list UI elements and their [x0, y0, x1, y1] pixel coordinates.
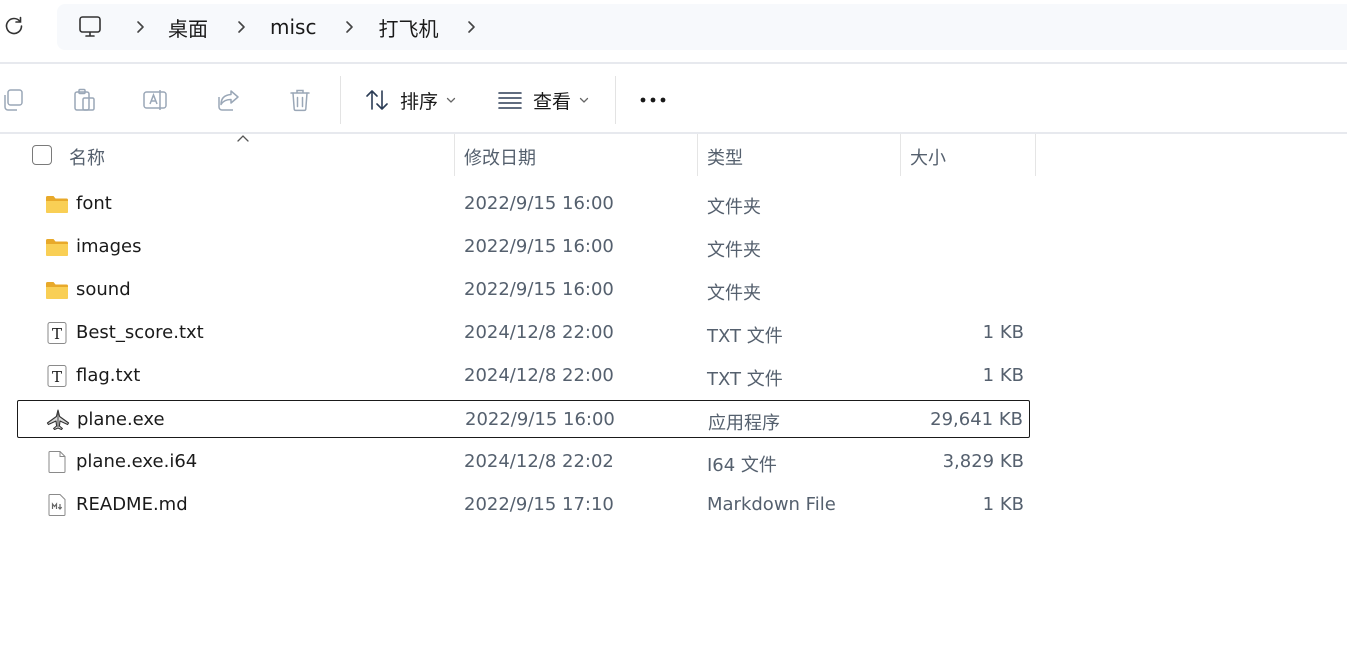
column-resize-handle[interactable] [900, 134, 901, 176]
command-bar: 排序 查看 [0, 64, 1347, 132]
view-label: 查看 [533, 90, 572, 113]
text-file-icon: T [47, 365, 67, 387]
file-date: 2022/9/15 16:00 [464, 193, 614, 214]
file-date: 2022/9/15 16:00 [464, 236, 614, 257]
toolbar-separator [615, 76, 616, 124]
file-row[interactable]: sound 2022/9/15 16:00 文件夹 [17, 271, 1030, 309]
file-date: 2024/12/8 22:00 [464, 322, 614, 343]
chevron-right-icon[interactable] [234, 20, 248, 34]
chevron-down-icon [446, 97, 456, 103]
column-header-type[interactable]: 类型 [707, 144, 743, 170]
file-date: 2022/9/15 17:10 [464, 494, 614, 515]
chevron-right-icon[interactable] [342, 20, 356, 34]
file-type: 文件夹 [707, 283, 761, 304]
address-bar-region: 桌面 misc 打飞机 [0, 0, 1347, 62]
file-size: 1 KB [982, 494, 1024, 515]
column-resize-handle[interactable] [1035, 134, 1036, 176]
sort-button[interactable]: 排序 [364, 82, 456, 118]
file-row[interactable]: plane.exe.i64 2024/12/8 22:02 I64 文件 3,8… [17, 443, 1030, 481]
file-name: sound [76, 279, 131, 300]
file-name: README.md [76, 494, 188, 515]
share-icon[interactable] [215, 87, 241, 113]
file-row[interactable]: font 2022/9/15 16:00 文件夹 [17, 185, 1030, 223]
file-name: images [76, 236, 142, 257]
file-row[interactable]: README.md 2022/9/15 17:10 Markdown File … [17, 486, 1030, 524]
file-row-selected[interactable]: plane.exe 2022/9/15 16:00 应用程序 29,641 KB [17, 400, 1030, 438]
breadcrumb-item-current-folder[interactable]: 打飞机 [378, 13, 438, 42]
breadcrumb-item-desktop[interactable]: 桌面 [168, 13, 208, 42]
folder-icon [46, 239, 68, 256]
file-size: 3,829 KB [942, 451, 1024, 472]
breadcrumb-item-misc[interactable]: misc [270, 15, 316, 39]
plane-app-icon [46, 409, 70, 431]
folder-icon [46, 282, 68, 299]
paste-icon[interactable] [71, 87, 97, 113]
file-type: Markdown File [707, 494, 836, 515]
chevron-right-icon[interactable] [464, 20, 478, 34]
rename-icon[interactable] [142, 87, 168, 113]
chevron-down-icon [579, 97, 589, 103]
delete-icon[interactable] [287, 87, 313, 113]
file-name: Best_score.txt [76, 322, 204, 343]
file-name: font [76, 193, 112, 214]
file-size: 1 KB [982, 322, 1024, 343]
svg-text:T: T [52, 368, 62, 386]
chevron-right-icon[interactable] [133, 20, 147, 34]
file-type: TXT 文件 [707, 326, 783, 347]
refresh-icon[interactable] [2, 14, 26, 38]
view-button[interactable]: 查看 [497, 82, 589, 118]
text-file-icon: T [47, 322, 67, 344]
file-date: 2022/9/15 16:00 [464, 279, 614, 300]
file-name: plane.exe.i64 [76, 451, 198, 472]
column-header-size[interactable]: 大小 [910, 144, 946, 170]
view-icon [498, 92, 522, 109]
file-row[interactable]: images 2022/9/15 16:00 文件夹 [17, 228, 1030, 266]
column-resize-handle[interactable] [454, 134, 455, 176]
sort-icon [366, 90, 388, 110]
sort-ascending-icon [237, 135, 249, 142]
file-date: 2024/12/8 22:02 [464, 451, 614, 472]
toolbar-separator [340, 76, 341, 124]
copy-icon[interactable] [0, 87, 26, 113]
svg-text:T: T [52, 325, 62, 343]
file-type: 文件夹 [707, 197, 761, 218]
file-date: 2022/9/15 16:00 [465, 409, 615, 430]
file-type: TXT 文件 [707, 369, 783, 390]
file-date: 2024/12/8 22:00 [464, 365, 614, 386]
column-header: 名称 修改日期 类型 大小 [0, 134, 1347, 176]
file-size: 1 KB [982, 365, 1024, 386]
select-all-checkbox[interactable] [32, 145, 52, 165]
folder-icon [46, 196, 68, 213]
column-header-date[interactable]: 修改日期 [464, 144, 536, 170]
file-row[interactable]: T Best_score.txt 2024/12/8 22:00 TXT 文件 … [17, 314, 1030, 352]
sort-label: 排序 [400, 90, 439, 113]
computer-icon[interactable] [77, 14, 103, 40]
file-name: flag.txt [76, 365, 141, 386]
file-size: 29,641 KB [930, 409, 1023, 430]
file-type: 应用程序 [708, 413, 780, 434]
file-name: plane.exe [77, 409, 165, 430]
file-row[interactable]: T flag.txt 2024/12/8 22:00 TXT 文件 1 KB [17, 357, 1030, 395]
file-type: 文件夹 [707, 240, 761, 261]
blank-file-icon [48, 451, 66, 473]
column-header-name[interactable]: 名称 [69, 144, 105, 170]
file-type: I64 文件 [707, 455, 777, 476]
markdown-file-icon [48, 494, 66, 516]
more-icon[interactable] [638, 94, 668, 106]
column-resize-handle[interactable] [697, 134, 698, 176]
breadcrumb: 桌面 misc 打飞机 [77, 4, 500, 50]
